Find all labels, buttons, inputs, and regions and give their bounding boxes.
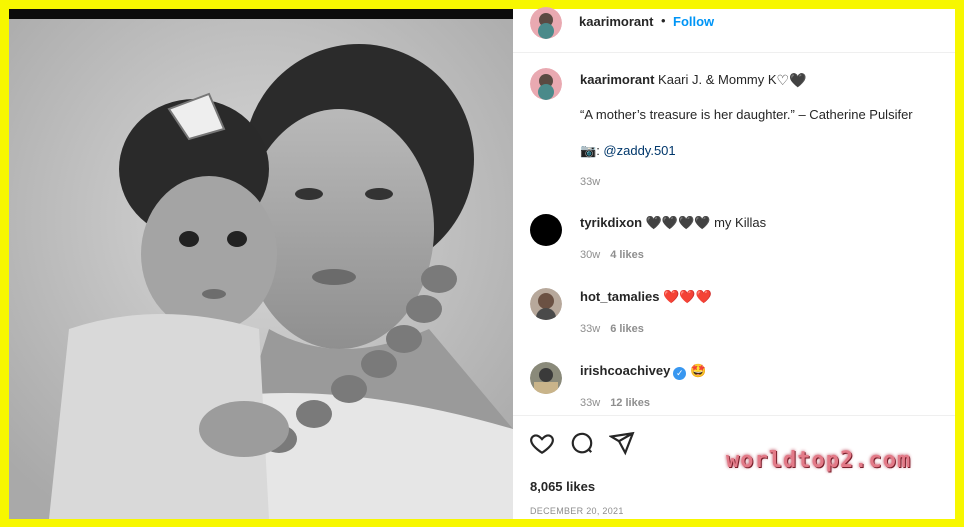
comment-username[interactable]: hot_tamalies bbox=[580, 289, 659, 304]
post-detail-panel: kaarimorant • Follow kaarimorant Kaari J… bbox=[513, 7, 955, 519]
comment-avatar[interactable] bbox=[530, 214, 562, 246]
comment-likes[interactable]: 4 likes bbox=[610, 249, 644, 261]
comment-text: 🤩 bbox=[689, 363, 707, 378]
separator-dot: • bbox=[661, 13, 666, 28]
camera-icon: 📷 bbox=[580, 143, 597, 158]
caption-age[interactable]: 33w bbox=[580, 176, 600, 188]
comment-likes[interactable]: 6 likes bbox=[610, 323, 644, 335]
share-icon[interactable] bbox=[609, 430, 635, 456]
mother-daughter-photo bbox=[9, 19, 513, 519]
comment-likes[interactable]: 12 likes bbox=[610, 397, 650, 409]
comment-meta: 33w 6 likes bbox=[580, 323, 644, 335]
caption: kaarimorant Kaari J. & Mommy K♡🖤 bbox=[580, 72, 807, 88]
comment-text: ❤️❤️❤️ bbox=[663, 289, 712, 304]
comment-icon[interactable] bbox=[569, 430, 595, 456]
comment: hot_tamalies ❤️❤️❤️ bbox=[580, 289, 712, 305]
comment-text: 🖤🖤🖤🖤 my Killas bbox=[645, 215, 767, 230]
caption-username[interactable]: kaarimorant bbox=[580, 72, 654, 87]
avatar[interactable] bbox=[530, 7, 562, 39]
comment-avatar[interactable] bbox=[530, 288, 562, 320]
heart-icon[interactable] bbox=[529, 430, 555, 456]
comment-age[interactable]: 33w bbox=[580, 323, 600, 335]
comment-username[interactable]: tyrikdixon bbox=[580, 215, 642, 230]
caption-quote: “A mother’s treasure is her daughter.” –… bbox=[580, 107, 913, 122]
caption-hearts: ♡🖤 bbox=[776, 72, 807, 88]
follow-button[interactable]: Follow bbox=[673, 14, 714, 29]
watermark: worldtop2.com bbox=[726, 448, 912, 473]
comment-username[interactable]: irishcoachivey bbox=[580, 363, 670, 378]
verified-badge-icon: ✓ bbox=[673, 367, 687, 380]
comment: irishcoachivey ✓ 🤩 bbox=[580, 363, 706, 380]
caption-text: Kaari J. & Mommy K bbox=[658, 72, 777, 87]
comment-avatar[interactable] bbox=[530, 362, 562, 394]
post-date[interactable]: DECEMBER 20, 2021 bbox=[530, 506, 624, 516]
photo-top-bar bbox=[9, 9, 513, 19]
post-author-username[interactable]: kaarimorant bbox=[579, 14, 653, 29]
likes-count[interactable]: 8,065 likes bbox=[530, 479, 595, 494]
post-photo[interactable] bbox=[9, 9, 513, 519]
comment-meta: 30w 4 likes bbox=[580, 249, 644, 261]
post-header: kaarimorant • Follow bbox=[513, 7, 955, 53]
credit-mention-link[interactable]: @zaddy.501 bbox=[603, 143, 675, 158]
comments-list[interactable]: kaarimorant Kaari J. & Mommy K♡🖤 “A moth… bbox=[513, 54, 955, 414]
comment: tyrikdixon 🖤🖤🖤🖤 my Killas bbox=[580, 215, 766, 231]
comment-age[interactable]: 33w bbox=[580, 397, 600, 409]
caption-avatar[interactable] bbox=[530, 68, 562, 100]
comment-age[interactable]: 30w bbox=[580, 249, 600, 261]
comment-meta: 33w 12 likes bbox=[580, 397, 650, 409]
caption-credit: 📷: @zaddy.501 bbox=[580, 143, 676, 159]
